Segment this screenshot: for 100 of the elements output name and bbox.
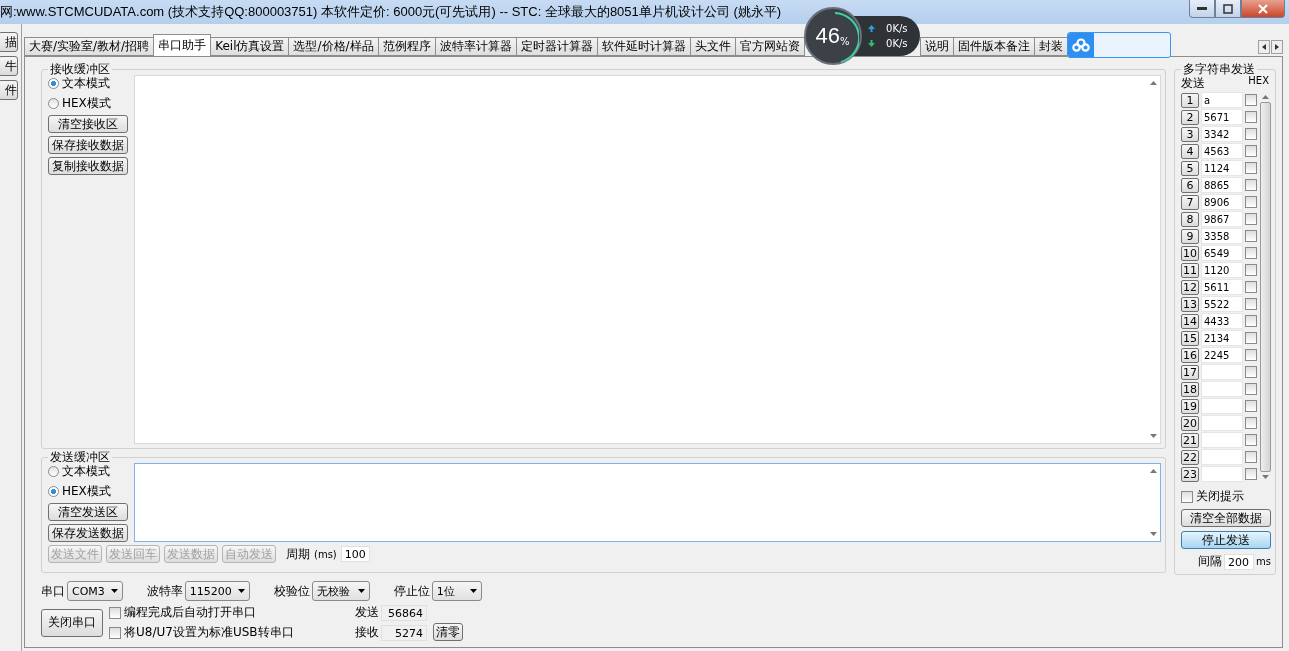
string-field[interactable]: 3358 xyxy=(1201,228,1243,244)
string-field[interactable]: 1124 xyxy=(1201,160,1243,176)
send-index-button[interactable]: 1 xyxy=(1181,92,1199,108)
string-field[interactable]: 2245 xyxy=(1201,347,1243,363)
send-index-button[interactable]: 17 xyxy=(1181,364,1199,380)
string-field[interactable]: 8906 xyxy=(1201,194,1243,210)
send-index-button[interactable]: 21 xyxy=(1181,432,1199,448)
hex-checkbox[interactable] xyxy=(1245,111,1257,123)
string-field[interactable] xyxy=(1201,449,1243,465)
action-button[interactable]: 保存接收数据 xyxy=(48,136,128,154)
hex-checkbox[interactable] xyxy=(1245,451,1257,463)
hex-checkbox[interactable] xyxy=(1245,162,1257,174)
string-field[interactable]: 1120 xyxy=(1201,262,1243,278)
hex-checkbox[interactable] xyxy=(1245,196,1257,208)
close-port-button[interactable]: 关闭串口 xyxy=(41,608,103,637)
radio-option[interactable]: 文本模式 xyxy=(48,463,128,480)
send-index-button[interactable]: 16 xyxy=(1181,347,1199,363)
string-field[interactable]: a xyxy=(1201,92,1243,108)
string-field[interactable]: 2134 xyxy=(1201,330,1243,346)
tab[interactable]: 选型/价格/样品 xyxy=(288,37,379,56)
string-field[interactable]: 5671 xyxy=(1201,109,1243,125)
send-index-button[interactable]: 13 xyxy=(1181,296,1199,312)
radio-option[interactable]: HEX模式 xyxy=(48,483,128,500)
string-field[interactable] xyxy=(1201,432,1243,448)
send-index-button[interactable]: 20 xyxy=(1181,415,1199,431)
hex-checkbox[interactable] xyxy=(1245,213,1257,225)
tab[interactable]: 固件版本备注 xyxy=(952,37,1035,56)
send-index-button[interactable]: 12 xyxy=(1181,279,1199,295)
interval-field[interactable]: 200 xyxy=(1224,553,1255,570)
string-field[interactable]: 5611 xyxy=(1201,279,1243,295)
hex-checkbox[interactable] xyxy=(1245,434,1257,446)
minimize-button[interactable] xyxy=(1189,0,1215,18)
hex-checkbox[interactable] xyxy=(1245,468,1257,480)
scroll-up-icon[interactable] xyxy=(1149,81,1157,85)
string-field[interactable]: 3342 xyxy=(1201,126,1243,142)
hex-checkbox[interactable] xyxy=(1245,417,1257,429)
send-index-button[interactable]: 22 xyxy=(1181,449,1199,465)
dropdown[interactable]: 无校验 xyxy=(311,581,370,601)
send-index-button[interactable]: 15 xyxy=(1181,330,1199,346)
string-field[interactable]: 6549 xyxy=(1201,245,1243,261)
scroll-right-button[interactable] xyxy=(1271,40,1283,54)
scroll-left-button[interactable] xyxy=(1258,40,1270,54)
dropdown[interactable]: COM3 xyxy=(67,581,123,601)
action-button[interactable]: 清空接收区 xyxy=(48,115,128,133)
checkbox-option[interactable]: 编程完成后自动打开串口 xyxy=(109,604,349,621)
scroll-down-icon[interactable] xyxy=(1261,475,1269,479)
maximize-button[interactable] xyxy=(1215,0,1241,18)
hex-checkbox[interactable] xyxy=(1245,179,1257,191)
tab[interactable]: 软件延时计算器 xyxy=(596,37,691,56)
send-index-button[interactable]: 19 xyxy=(1181,398,1199,414)
period-field[interactable]: 100 xyxy=(340,546,370,562)
send-index-button[interactable]: 9 xyxy=(1181,228,1199,244)
clear-all-button[interactable]: 清空全部数据 xyxy=(1181,509,1271,527)
hex-checkbox[interactable] xyxy=(1245,315,1257,327)
action-button[interactable]: 清空发送区 xyxy=(48,503,128,521)
dropdown[interactable]: 1位 xyxy=(431,581,482,601)
scroll-up-icon[interactable] xyxy=(1149,469,1157,473)
tab[interactable]: 波特率计算器 xyxy=(434,37,517,56)
tab[interactable]: 范例程序 xyxy=(377,37,436,56)
tab[interactable]: 串口助手 xyxy=(153,34,212,56)
radio-option[interactable]: HEX模式 xyxy=(48,95,128,112)
string-field[interactable]: 9867 xyxy=(1201,211,1243,227)
checkbox-option[interactable]: 关闭提示 xyxy=(1181,488,1271,505)
scroll-up-icon[interactable] xyxy=(1261,95,1269,99)
hex-checkbox[interactable] xyxy=(1245,349,1257,361)
hex-checkbox[interactable] xyxy=(1245,230,1257,242)
send-index-button[interactable]: 11 xyxy=(1181,262,1199,278)
tab[interactable]: 说明 xyxy=(919,37,954,56)
string-field[interactable] xyxy=(1201,398,1243,414)
scroll-down-icon[interactable] xyxy=(1149,434,1157,438)
string-field[interactable] xyxy=(1201,466,1243,482)
string-field[interactable] xyxy=(1201,381,1243,397)
side-button[interactable]: 件 xyxy=(0,80,18,100)
hex-checkbox[interactable] xyxy=(1245,400,1257,412)
hex-checkbox[interactable] xyxy=(1245,264,1257,276)
action-button[interactable]: 复制接收数据 xyxy=(48,157,128,175)
tab[interactable]: 大赛/实验室/教材/招聘 xyxy=(24,37,155,56)
send-index-button[interactable]: 3 xyxy=(1181,126,1199,142)
hex-checkbox[interactable] xyxy=(1245,145,1257,157)
radio-option[interactable]: 文本模式 xyxy=(48,75,128,92)
tab[interactable]: 头文件 xyxy=(689,37,736,56)
send-index-button[interactable]: 7 xyxy=(1181,194,1199,210)
hex-checkbox[interactable] xyxy=(1245,298,1257,310)
send-index-button[interactable]: 23 xyxy=(1181,466,1199,482)
string-field[interactable] xyxy=(1201,415,1243,431)
close-button[interactable] xyxy=(1241,0,1285,18)
hex-checkbox[interactable] xyxy=(1245,383,1257,395)
checkbox-option[interactable]: 将U8/U7设置为标准USB转串口 xyxy=(109,624,349,641)
scroll-down-icon[interactable] xyxy=(1149,532,1157,536)
send-text-area[interactable] xyxy=(134,463,1161,542)
hex-checkbox[interactable] xyxy=(1245,281,1257,293)
send-index-button[interactable]: 2 xyxy=(1181,109,1199,125)
string-field[interactable]: 8865 xyxy=(1201,177,1243,193)
cloud-widget[interactable] xyxy=(1066,32,1171,58)
send-index-button[interactable]: 14 xyxy=(1181,313,1199,329)
send-index-button[interactable]: 8 xyxy=(1181,211,1199,227)
hex-checkbox[interactable] xyxy=(1245,247,1257,259)
dropdown[interactable]: 115200 xyxy=(184,581,250,601)
stop-send-button[interactable]: 停止发送 xyxy=(1181,531,1271,549)
side-button[interactable]: 牛 xyxy=(0,56,18,76)
